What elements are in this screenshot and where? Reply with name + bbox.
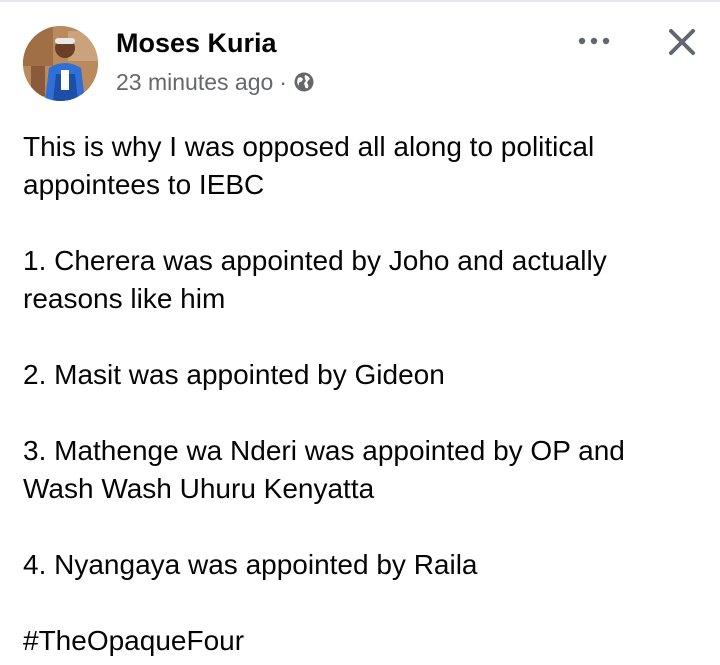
post-paragraph: 3. Mathenge wa Nderi was appointed by OP…: [23, 435, 625, 504]
meta-separator: ·: [279, 68, 287, 95]
more-options-button[interactable]: [572, 26, 616, 56]
more-options-icon: [578, 37, 610, 45]
post-paragraph: 2. Masit was appointed by Gideon: [23, 359, 445, 390]
close-button[interactable]: [660, 20, 704, 64]
globe-icon[interactable]: [293, 71, 315, 93]
post-text: This is why I was opposed all along to p…: [23, 128, 703, 660]
close-icon: [669, 29, 695, 55]
avatar[interactable]: [23, 26, 98, 101]
profile-photo: [23, 26, 98, 101]
hashtag-link[interactable]: #TheOpaqueFour: [23, 622, 703, 660]
post-paragraph: 1. Cherera was appointed by Joho and act…: [23, 245, 607, 314]
post-paragraph: This is why I was opposed all along to p…: [23, 131, 595, 200]
top-divider: [0, 0, 720, 2]
post-paragraph: 4. Nyangaya was appointed by Raila: [23, 549, 478, 580]
timestamp[interactable]: 23 minutes ago: [116, 69, 273, 96]
post-meta: 23 minutes ago ·: [116, 66, 315, 98]
author-name[interactable]: Moses Kuria: [116, 26, 277, 60]
